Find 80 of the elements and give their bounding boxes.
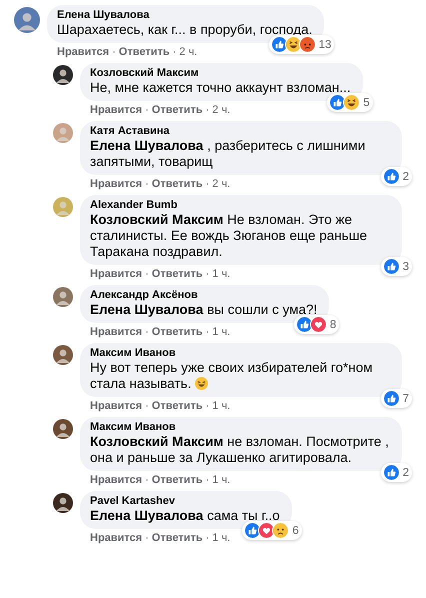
avatar[interactable] — [53, 345, 73, 365]
comment-time[interactable]: 1 ч. — [212, 532, 230, 545]
author-name[interactable]: Козловский Максим — [90, 67, 351, 79]
comment-time[interactable]: 1 ч. — [212, 326, 230, 339]
separator-dot: · — [172, 46, 176, 59]
author-name[interactable]: Максим Иванов — [90, 421, 390, 433]
comment-time[interactable]: 1 ч. — [212, 268, 230, 281]
like-link[interactable]: Нравится — [90, 474, 142, 487]
like-icon — [296, 316, 313, 333]
comment-time[interactable]: 1 ч. — [212, 400, 230, 413]
author-name[interactable]: Максим Иванов — [90, 347, 390, 359]
comment-text: Не, мне кажется точно аккаунт взломан... — [90, 80, 351, 96]
laughing-emoji-icon — [284, 36, 302, 53]
reaction-summary[interactable]: 2 — [380, 463, 412, 482]
like-link[interactable]: Нравится — [90, 400, 142, 413]
separator-dot: · — [145, 400, 149, 413]
comment-text: Елена Шувалова сама ты г..о — [90, 508, 280, 524]
avatar[interactable] — [53, 419, 73, 439]
separator-dot: · — [145, 474, 149, 487]
avatar[interactable] — [53, 493, 73, 513]
comment-text: Елена Шувалова вы сошли с ума?! — [90, 302, 318, 318]
comment-time[interactable]: 1 ч. — [212, 474, 230, 487]
separator-dot: · — [206, 532, 210, 545]
separator-dot: · — [145, 326, 149, 339]
separator-dot: · — [206, 178, 210, 191]
comment-time[interactable]: 2 ч. — [212, 104, 230, 117]
separator-dot: · — [112, 46, 116, 59]
separator-dot: · — [145, 532, 149, 545]
angry-emoji-icon — [298, 36, 316, 53]
laughing-emoji-icon — [195, 377, 208, 390]
separator-dot: · — [145, 268, 149, 281]
reaction-summary[interactable]: 7 — [380, 389, 412, 408]
comment-text: Козловский Максим Не взломан. Это же сталинисты. Ее вождь Зюганов еще раньше Таракана поздравил. — [90, 212, 368, 260]
laughing-emoji-icon — [343, 94, 360, 111]
reply-link[interactable]: Ответить — [152, 268, 203, 281]
separator-dot: · — [206, 326, 210, 339]
reply-link[interactable]: Ответить — [152, 178, 203, 191]
reaction-summary[interactable]: 2 — [380, 167, 412, 186]
reply-link[interactable]: Ответить — [152, 326, 203, 339]
comment-text: Ну вот теперь уже своих избирателей го*ном стала называть. — [90, 360, 374, 392]
comment-time[interactable]: 2 ч. — [179, 46, 198, 59]
separator-dot: · — [145, 178, 149, 191]
reaction-summary[interactable]: 3 — [380, 257, 412, 276]
separator-dot: · — [206, 268, 210, 281]
reaction-summary[interactable]: 8 — [294, 315, 340, 334]
separator-dot: · — [206, 474, 210, 487]
reaction-summary[interactable]: 5 — [327, 93, 373, 112]
like-icon — [270, 36, 288, 53]
reply-link[interactable]: Ответить — [152, 474, 203, 487]
author-name[interactable]: Катя Аставина — [90, 125, 390, 137]
reply-link[interactable]: Ответить — [152, 532, 203, 545]
author-name[interactable]: Alexander Bumb — [90, 199, 390, 211]
reaction-summary[interactable]: 13 — [268, 35, 334, 54]
comment-text: Шарахаетесь, как г... в проруби, господа. — [57, 22, 312, 38]
reply-link[interactable]: Ответить — [152, 400, 203, 413]
separator-dot: · — [145, 104, 149, 117]
comment-text: Елена Шувалова , разберитесь с лишними запятыми, товарищ — [90, 138, 366, 170]
author-name[interactable]: Елена Шувалова — [57, 9, 312, 21]
like-link[interactable]: Нравится — [90, 178, 142, 191]
like-link[interactable]: Нравится — [90, 268, 142, 281]
like-icon — [382, 168, 400, 185]
comment-time[interactable]: 2 ч. — [212, 178, 230, 191]
like-link[interactable]: Нравится — [90, 104, 142, 117]
like-icon — [382, 390, 400, 407]
like-link[interactable]: Нравится — [90, 532, 142, 545]
comment-text: Козловский Максим не взломан. Посмотрите , она и раньше за Лукашенко агитировала. — [90, 434, 390, 466]
reply-link[interactable]: Ответить — [118, 46, 170, 59]
separator-dot: · — [206, 104, 210, 117]
like-link[interactable]: Нравится — [57, 46, 110, 59]
reaction-summary[interactable]: 6 — [242, 521, 302, 540]
heart-icon — [310, 316, 327, 333]
separator-dot: · — [206, 400, 210, 413]
like-icon — [382, 258, 400, 275]
like-link[interactable]: Нравится — [90, 326, 142, 339]
author-name[interactable]: Pavel Kartashev — [90, 495, 280, 507]
sad-emoji-icon — [272, 522, 290, 539]
author-name[interactable]: Александр Аксёнов — [90, 289, 318, 301]
like-icon — [382, 464, 400, 481]
reply-link[interactable]: Ответить — [152, 104, 203, 117]
avatar[interactable] — [53, 65, 73, 85]
